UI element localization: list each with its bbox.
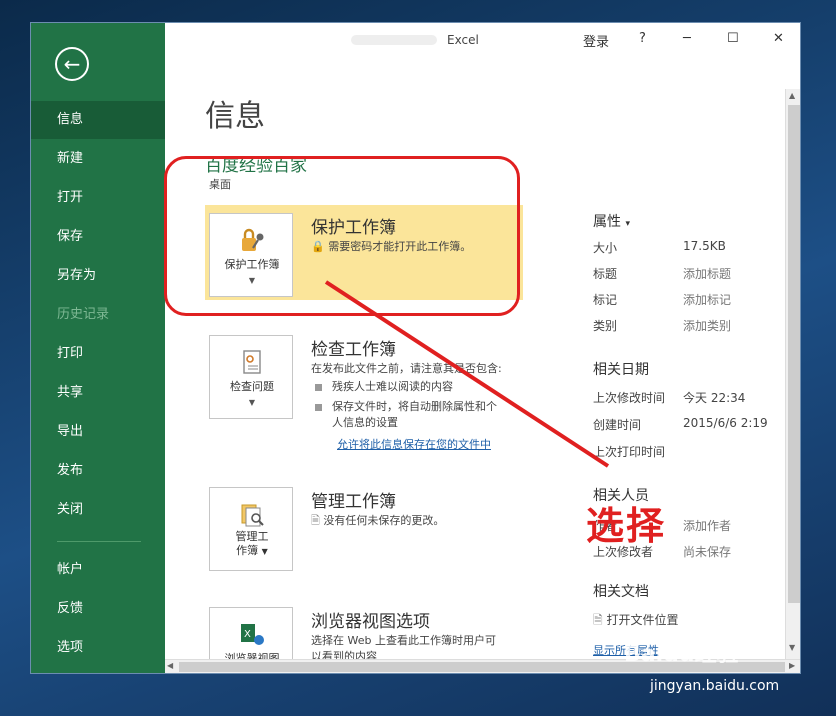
backstage-sidebar: ← 信息 新建 打开 保存 另存为 历史记录 打印 共享 导出 发布 关闭 帐户… [31,23,165,673]
inspect-desc: 在发布此文件之前，请注意其是否包含: [311,362,502,375]
nav-divider [57,541,141,542]
nav-publish[interactable]: 发布 [31,452,165,490]
title-bar: Excel 登录 ? ─ ☐ ✕ [165,23,800,57]
nav-open[interactable]: 打开 [31,179,165,217]
prop-category-value[interactable]: 添加类别 [683,317,731,334]
properties-head[interactable]: 属性 ▾ [593,211,630,231]
manage-desc: 🗎 没有任何未保存的更改。 [311,513,571,529]
last-modified-by-value: 尚未保存 [683,545,732,559]
date-modified-label: 上次修改时间 [593,391,666,405]
file-icon: 🗎 [593,613,603,627]
watermark-url: jingyan.baidu.com [650,678,780,694]
open-location-link[interactable]: 🗎 打开文件位置 [593,611,679,632]
date-modified-value: 今天 22:34 [683,391,746,405]
annotation-callout: 选择 [586,504,667,548]
inspect-bullet-2: 保存文件时，将自动删除属性和个 [315,399,497,414]
manage-desc-text: 没有任何未保存的更改。 [323,514,445,527]
bullet-icon [315,403,322,411]
login-button[interactable]: 登录 [583,31,609,50]
dates-head: 相关日期 [593,362,649,378]
nav-account[interactable]: 帐户 [31,551,165,589]
nav-save-as[interactable]: 另存为 [31,257,165,295]
prop-title-label: 标题 [593,267,618,281]
watermark-brand: Baidu经验 [624,642,739,667]
nav-save[interactable]: 保存 [31,218,165,256]
prop-tags-value[interactable]: 添加标记 [683,291,731,308]
manage-button-label-2: 作簿 ▼ [210,544,294,559]
page-title: 信息 [205,99,265,134]
nav-feedback[interactable]: 反馈 [31,590,165,628]
maximize-button[interactable]: ☐ [727,31,739,46]
inspect-title: 检查工作簿 [311,340,396,360]
bullet-1-text: 残疾人士难以阅读的内容 [332,380,453,393]
prop-size-value: 17.5KB [683,239,726,253]
scroll-up-icon[interactable]: ▲ [789,91,795,100]
blurred-file-name [351,35,437,45]
annotation-red-box [164,156,520,316]
scroll-down-icon[interactable]: ▼ [789,643,795,652]
inspect-button-label: 检查问题 [230,380,274,393]
inspect-button[interactable]: 检查问题 ▼ [209,335,293,419]
chevron-down-icon: ▾ [625,219,630,229]
nav-info[interactable]: 信息 [31,101,165,139]
manage-workbook-icon [241,504,264,527]
prop-title-value[interactable]: 添加标题 [683,265,731,282]
date-created-label: 创建时间 [593,418,642,432]
inspect-icon [243,350,261,374]
nav-export[interactable]: 导出 [31,413,165,451]
prop-size-label: 大小 [593,241,618,255]
nav-close[interactable]: 关闭 [31,491,165,529]
svg-text:X: X [244,629,251,640]
manage-workbook-button[interactable]: 管理工 作簿 ▼ [209,487,293,571]
date-printed-label: 上次打印时间 [593,445,666,459]
excel-backstage-window: ← 信息 新建 打开 保存 另存为 历史记录 打印 共享 导出 发布 关闭 帐户… [30,22,801,674]
prop-tags-label: 标记 [593,293,618,307]
vertical-scrollbar[interactable]: ▲ ▼ [785,89,800,659]
nav-print[interactable]: 打印 [31,335,165,373]
allow-save-info-link[interactable]: 允许将此信息保存在您的文件中 [337,436,491,452]
browser-title: 浏览器视图选项 [311,612,430,632]
properties-head-text: 属性 [593,214,621,230]
inspect-bullet-2b: 人信息的设置 [332,416,398,429]
excel-web-icon: X [241,624,264,645]
inspect-bullet-1: 残疾人士难以阅读的内容 [315,379,453,394]
bullet-2a-text: 保存文件时，将自动删除属性和个 [332,400,497,413]
back-arrow-icon[interactable]: ← [55,47,89,81]
manage-title: 管理工作簿 [311,492,396,512]
manage-button-label-1: 管理工 [235,530,269,543]
open-location-text: 打开文件位置 [606,613,679,627]
minimize-button[interactable]: ─ [683,31,691,46]
close-button[interactable]: ✕ [773,31,784,46]
scroll-left-icon[interactable]: ◀ [167,661,173,670]
chevron-down-icon: ▼ [248,398,256,407]
author-value[interactable]: 添加作者 [683,517,731,534]
scroll-right-icon[interactable]: ▶ [789,661,795,670]
date-created-value: 2015/6/6 2:19 [683,416,768,430]
prop-category-label: 类别 [593,319,618,333]
vertical-scroll-thumb[interactable] [788,105,800,603]
backstage-main: Excel 登录 ? ─ ☐ ✕ 信息 百度经验百家 桌面 保护工作簿 ▼ 保护… [165,23,800,673]
help-button[interactable]: ? [639,31,646,46]
browser-desc-1: 选择在 Web 上查看此工作簿时用户可 [311,634,496,647]
docs-head: 相关文档 [593,584,649,600]
nav-new[interactable]: 新建 [31,140,165,178]
nav-history: 历史记录 [57,307,110,322]
app-title: Excel [447,33,479,47]
document-icon: 🗎 [311,514,320,527]
chevron-down-icon: ▼ [261,547,268,556]
manage-button-label-2-text: 作簿 [236,544,259,557]
nav-options[interactable]: 选项 [31,629,165,667]
nav-share[interactable]: 共享 [31,374,165,412]
bullet-icon [315,383,322,391]
